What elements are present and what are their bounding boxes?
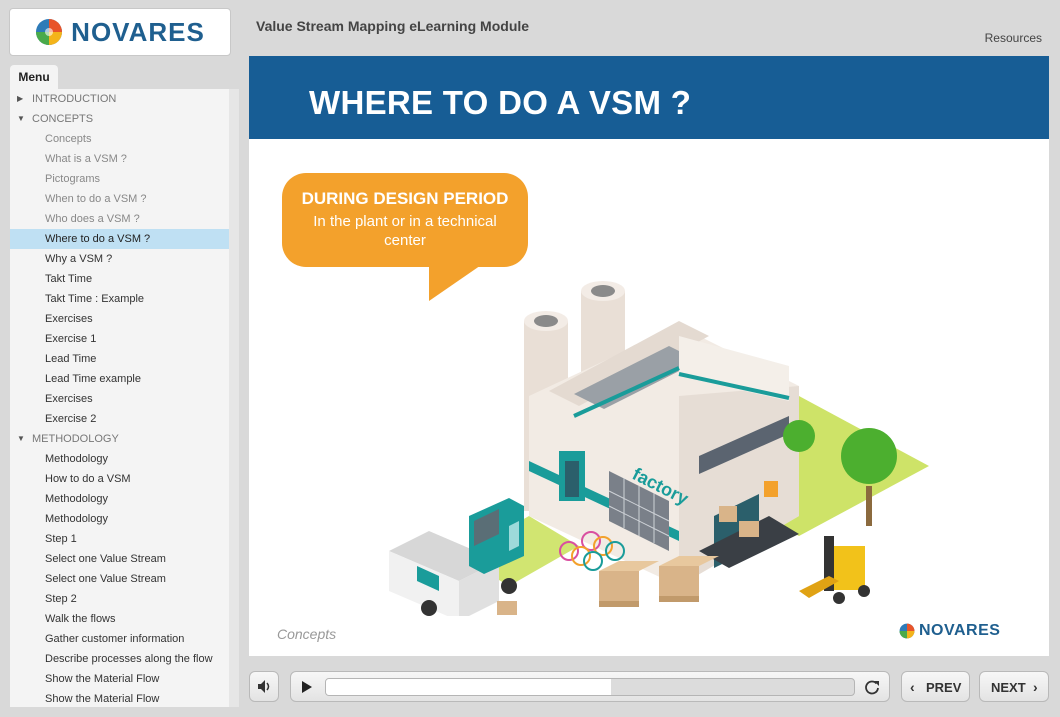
progress-fill [326,679,612,695]
menu-item[interactable]: Takt Time : Example [10,289,229,309]
slide: WHERE TO DO A VSM ? factory DURING DESIG… [249,56,1049,656]
resources-link[interactable]: Resources [985,31,1042,45]
slide-banner: WHERE TO DO A VSM ? [249,56,1049,139]
menu-item[interactable]: What is a VSM ? [10,149,229,169]
menu-item[interactable]: Gather customer information [10,629,229,649]
slide-title: WHERE TO DO A VSM ? [309,84,692,121]
menu-item[interactable]: Step 1 [10,529,229,549]
menu-item[interactable]: Why a VSM ? [10,249,229,269]
menu-item-label: Step 1 [45,533,77,545]
menu-item-label: Methodology [45,513,108,525]
menu-scrollbar[interactable] [229,89,239,707]
menu-item-label: Methodology [45,493,108,505]
menu-item[interactable]: Walk the flows [10,609,229,629]
course-title: Value Stream Mapping eLearning Module [256,18,530,34]
callout-heading: DURING DESIGN PERIOD [301,189,509,208]
menu-item[interactable]: When to do a VSM ? [10,189,229,209]
callout-bubble: DURING DESIGN PERIOD In the plant or in … [282,173,528,267]
menu-item-label: Exercises [45,313,93,325]
speaker-icon [258,680,270,693]
menu-item[interactable]: Show the Material Flow [10,669,229,689]
menu-item[interactable]: Who does a VSM ? [10,209,229,229]
menu-tab[interactable]: Menu [10,65,58,89]
menu-item-label: What is a VSM ? [45,153,127,165]
menu-item[interactable]: Pictograms [10,169,229,189]
menu-item[interactable]: Exercise 2 [10,409,229,429]
menu-item[interactable]: Show the Material Flow [10,689,229,707]
menu-section[interactable]: ▼ METHODOLOGY [10,429,229,449]
menu-item-label: Lead Time [45,353,97,365]
menu-item[interactable]: Where to do a VSM ? [10,229,229,249]
chevron-right-icon: › [1033,679,1038,695]
menu-item-label: Methodology [45,453,108,465]
caret-down-icon[interactable]: ▼ [17,429,25,449]
menu-item[interactable]: How to do a VSM [10,469,229,489]
menu-section[interactable]: ▶ INTRODUCTION [10,89,229,109]
menu-item[interactable]: Lead Time [10,349,229,369]
menu-section[interactable]: ▼ CONCEPTS [10,109,229,129]
menu-item-label: Walk the flows [45,613,116,625]
logo-text: NOVARES [71,16,205,47]
menu-item[interactable]: Takt Time [10,269,229,289]
menu-item[interactable]: Methodology [10,449,229,469]
slide-footer-logo: NOVARES [899,622,1000,640]
replay-icon[interactable] [863,679,881,696]
menu-item-label: INTRODUCTION [32,93,117,105]
play-icon[interactable] [299,680,315,694]
menu-item-label: Pictograms [45,173,101,185]
caret-down-icon[interactable]: ▼ [17,109,25,129]
menu-item-label: Select one Value Stream [45,553,166,565]
menu-item-label: When to do a VSM ? [45,193,147,205]
menu-item-label: Show the Material Flow [45,673,160,685]
menu-item-label: Describe processes along the flow [45,653,213,665]
menu-item-label: METHODOLOGY [32,433,119,445]
prev-label: PREV [926,680,962,695]
menu-item-label: Select one Value Stream [45,573,166,585]
menu-item-label: Show the Material Flow [45,693,160,705]
menu-item-label: Exercise 1 [45,333,97,345]
menu-item[interactable]: Lead Time example [10,369,229,389]
novares-logo: NOVARES [9,8,231,56]
menu-item[interactable]: Select one Value Stream [10,549,229,569]
slide-footer-logo-text: NOVARES [919,622,1001,639]
prev-button[interactable]: ‹ PREV [901,671,970,702]
slide-footer-label: Concepts [277,626,337,642]
menu-item[interactable]: Exercises [10,309,229,329]
menu-item[interactable]: Concepts [10,129,229,149]
novares-logo-icon [899,623,915,639]
menu-item-label: CONCEPTS [32,113,94,125]
menu-item[interactable]: Describe processes along the flow [10,649,229,669]
callout-text: In the plant or in a technical center [313,213,497,249]
next-button[interactable]: NEXT › [979,671,1049,702]
menu-item-label: Takt Time [45,273,93,285]
menu-item-label: Step 2 [45,593,77,605]
playbar [290,671,890,702]
novares-logo-icon [36,19,63,45]
menu-item-label: Takt Time : Example [45,293,145,305]
menu-item-label: Lead Time example [45,373,141,385]
next-label: NEXT [991,680,1026,695]
menu-item[interactable]: Select one Value Stream [10,569,229,589]
menu-item-label: Why a VSM ? [45,253,113,265]
menu-item[interactable]: Methodology [10,509,229,529]
chevron-left-icon: ‹ [910,679,915,695]
menu-item-label: Where to do a VSM ? [45,233,151,245]
menu-item-label: How to do a VSM [45,473,131,485]
menu-item-label: Who does a VSM ? [45,213,140,225]
menu-item[interactable]: Methodology [10,489,229,509]
menu-item[interactable]: Step 2 [10,589,229,609]
menu-item-label: Exercise 2 [45,413,97,425]
menu-panel: ▶ INTRODUCTION ▼ CONCEPTS Concepts What is a … [10,89,229,707]
callout-tail [429,261,487,301]
menu-item[interactable]: Exercises [10,389,229,409]
volume-button[interactable] [249,671,279,702]
menu-item-label: Gather customer information [45,633,185,645]
menu-item-label: Exercises [45,393,93,405]
progress-bar[interactable] [325,678,855,696]
caret-right-icon[interactable]: ▶ [17,89,23,109]
menu-item[interactable]: Exercise 1 [10,329,229,349]
menu-item-label: Concepts [45,133,92,145]
